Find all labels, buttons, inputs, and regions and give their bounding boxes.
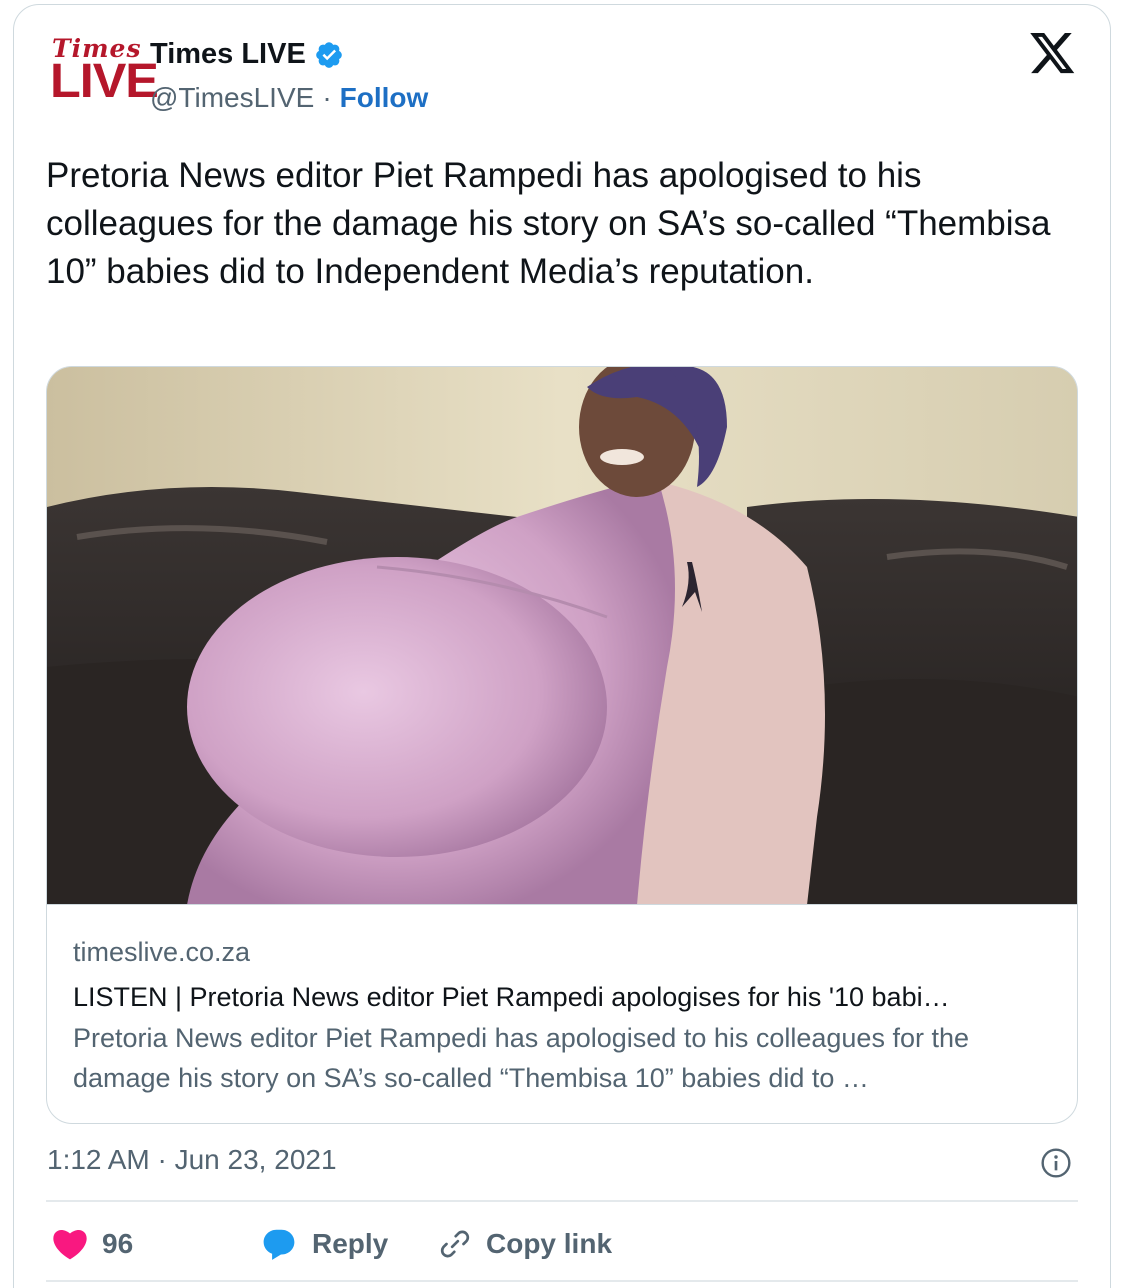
reply-button[interactable]: Reply — [260, 1226, 438, 1262]
author-name[interactable]: Times LIVE — [150, 38, 306, 71]
x-logo-icon[interactable] — [1029, 33, 1077, 75]
like-count: 96 — [102, 1228, 134, 1259]
handle-row: @TimesLIVE · Follow — [150, 82, 428, 114]
reply-bubble-icon — [263, 1229, 295, 1260]
like-button[interactable]: 96 — [52, 1228, 260, 1260]
link-domain: timeslive.co.za — [73, 937, 251, 967]
link-preview-card[interactable]: timeslive.co.za LISTEN | Pretoria News e… — [46, 366, 1078, 1124]
copy-link-button[interactable]: Copy link — [438, 1227, 612, 1261]
heart-icon — [53, 1230, 87, 1260]
author-name-row[interactable]: Times LIVE — [150, 38, 344, 71]
info-icon[interactable] — [1040, 1147, 1072, 1179]
link-description: Pretoria News editor Piet Rampedi has ap… — [73, 1023, 969, 1093]
follow-button[interactable]: Follow — [340, 82, 429, 114]
link-icon — [440, 1230, 470, 1258]
bottom-divider — [46, 1280, 1078, 1282]
article-photo[interactable] — [47, 367, 1077, 905]
divider — [46, 1200, 1078, 1202]
reply-label: Reply — [312, 1228, 389, 1259]
separator-dot: · — [322, 82, 332, 113]
link-info[interactable]: timeslive.co.za LISTEN | Pretoria News e… — [73, 935, 1053, 1098]
article-photo-illustration — [47, 367, 1077, 904]
verified-badge-icon — [316, 41, 342, 68]
copy-link-label: Copy link — [486, 1228, 613, 1259]
tweet-timestamp[interactable]: 1:12 AM · Jun 23, 2021 — [47, 1144, 337, 1176]
author-handle[interactable]: @TimesLIVE — [150, 82, 314, 114]
link-title[interactable]: LISTEN | Pretoria News editor Piet Rampe… — [73, 978, 1053, 1016]
action-bar: 96 Reply Copy link — [52, 1224, 612, 1264]
logo-text-live: LIVE — [50, 55, 159, 108]
avatar[interactable]: Times LIVE — [48, 34, 159, 108]
tweet-text: Pretoria News editor Piet Rampedi has ap… — [46, 156, 1051, 291]
